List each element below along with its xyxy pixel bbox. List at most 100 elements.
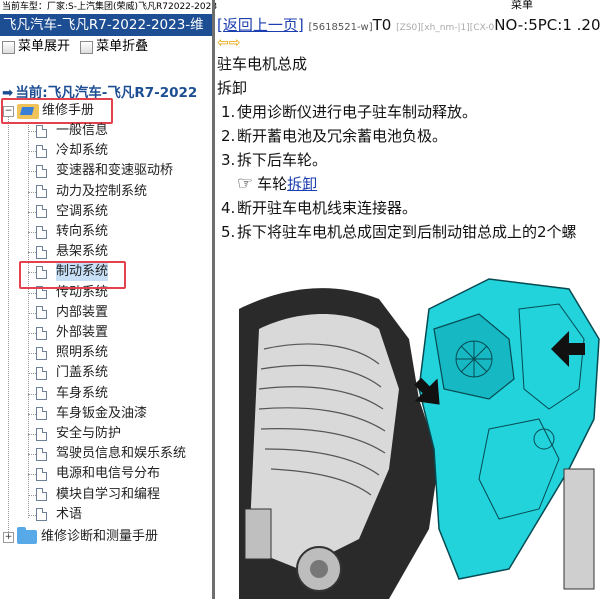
procedure-content: 驻车电机总成 拆卸 1. 使用诊断仪进行电子驻车制动释放。 2. 断开蓄电池及冗余蓄…	[215, 52, 601, 244]
expand-menu-button[interactable]: 菜单展开	[2, 36, 70, 58]
doc-nav-bar: [返回上一页] [5618521-w]T0 [ZS0][xh_nm-|1][CX…	[215, 14, 601, 36]
tree-guide-line	[28, 434, 36, 435]
tree-guide-line	[28, 211, 36, 213]
tree-guide-line	[28, 171, 36, 173]
expand-icon	[2, 40, 15, 54]
tree-guide-line	[28, 474, 36, 476]
tree-node-label: 一般信息	[56, 123, 109, 138]
step-item: 1. 使用诊断仪进行电子驻车制动释放。	[217, 100, 601, 124]
tree-node-item[interactable]: 车身钣金及油漆	[36, 405, 147, 423]
step-number: 3.	[221, 151, 236, 169]
tree-guide-line	[28, 151, 36, 153]
tree-node-label: 安全与防护	[56, 426, 122, 441]
step-text: 使用诊断仪进行电子驻车制动释放。	[237, 103, 478, 121]
document-icon	[36, 245, 47, 259]
tree-guide-line	[28, 232, 36, 233]
document-icon	[36, 306, 47, 320]
tree-guide-line	[28, 373, 36, 375]
back-link[interactable]: [返回上一页]	[217, 16, 304, 34]
tree-node-label: 内部装置	[56, 304, 109, 320]
tree-node-item[interactable]: 模块自学习和编程	[36, 486, 160, 504]
document-icon	[36, 508, 47, 522]
step-number: 2.	[221, 127, 236, 145]
tree-node-label: 外部装置	[56, 325, 109, 340]
document-icon	[36, 447, 47, 461]
tree-node-item[interactable]: 电源和电信号分布	[36, 465, 160, 483]
vehicle-model-label: 当前车型：厂家:S-上汽集团(荣威)飞凡R72022-2023	[2, 2, 218, 12]
procedure-steps: 1. 使用诊断仪进行电子驻车制动释放。 2. 断开蓄电池及冗余蓄电池负极。 3. 拆下…	[217, 100, 601, 244]
reference-link[interactable]: 拆卸	[287, 172, 317, 196]
step-text: 断开驻车电机线束连接器。	[237, 199, 418, 217]
tree-guide-line	[28, 413, 36, 415]
tree-node-item[interactable]: 悬架系统	[36, 243, 108, 261]
tree-guide-line	[28, 353, 36, 355]
page-nav-arrows: ⇦⇨	[215, 36, 601, 52]
step-item: 2. 断开蓄电池及冗余蓄电池负极。	[217, 124, 601, 148]
tree-node-label: 车身系统	[56, 385, 109, 401]
tree-node-label: 术语	[56, 506, 83, 522]
document-icon	[36, 205, 47, 219]
tree-node-diagnosis-manual[interactable]: + 维修诊断和测量手册	[3, 527, 158, 546]
tree-node-label: 变速器和变速驱动桥	[56, 163, 174, 179]
tree-node-item[interactable]: 冷却系统	[36, 142, 108, 160]
collapse-menu-label: 菜单折叠	[96, 39, 149, 54]
step-number: 1.	[221, 103, 236, 121]
doc-id: [5618521-w]	[308, 22, 373, 33]
next-arrow-icon[interactable]: ⇨	[229, 35, 241, 51]
content-panel: [返回上一页] [5618521-w]T0 [ZS0][xh_nm-|1][CX…	[215, 14, 601, 599]
manual-title-bar: 飞凡汽车-飞凡R7-2022-2023-维	[0, 14, 212, 36]
collapse-icon	[80, 40, 94, 54]
prev-arrow-icon[interactable]: ⇦	[217, 35, 229, 51]
tree-guide-line	[28, 454, 36, 456]
tree-node-item[interactable]: 外部装置	[36, 324, 108, 342]
expand-node-icon[interactable]: +	[3, 531, 14, 543]
tree-node-item[interactable]: 门盖系统	[36, 364, 108, 382]
menu-button[interactable]: 菜单	[511, 0, 533, 12]
tree-node-item[interactable]: 动力及控制系统	[36, 183, 147, 201]
tree-guide-line	[28, 131, 36, 132]
tree-guide-line	[28, 514, 36, 516]
step-item: 3. 拆下后车轮。	[217, 148, 601, 172]
tree-node-item[interactable]: 照明系统	[36, 344, 108, 362]
document-icon	[36, 144, 47, 158]
collapse-menu-button[interactable]: 菜单折叠	[80, 36, 148, 58]
step-number: 4.	[221, 199, 236, 217]
document-icon	[36, 488, 47, 502]
expand-menu-label: 菜单展开	[18, 39, 71, 54]
document-icon	[36, 346, 47, 360]
highlight-box	[1, 98, 113, 124]
tree-guide-line	[28, 122, 29, 518]
tree-node-label: 模块自学习和编程	[56, 486, 161, 502]
parking-motor-illustration	[239, 269, 601, 599]
tree-guide-line	[28, 312, 36, 314]
folder-icon	[17, 527, 37, 544]
tree-node-item[interactable]: 内部装置	[36, 304, 108, 322]
tree-node-item[interactable]: 一般信息	[36, 122, 108, 140]
tree-node-label: 门盖系统	[56, 365, 109, 381]
tree-node-label: 驾驶员信息和娱乐系统	[56, 446, 187, 462]
tree-node-item[interactable]: 变速器和变速驱动桥	[36, 162, 173, 180]
tree-node-label: 转向系统	[56, 224, 109, 239]
reference-text: 车轮	[257, 175, 288, 193]
left-nav-panel: 飞凡汽车-飞凡R7-2022-2023-维 菜单展开 菜单折叠 ➡ 当前:飞凡汽车…	[0, 14, 212, 599]
tree-node-label: 车身钣金及油漆	[56, 405, 148, 421]
tree-node-label: 悬架系统	[56, 244, 109, 260]
tree-node-item[interactable]: 安全与防护	[36, 425, 121, 443]
procedure-title: 驻车电机总成	[217, 55, 308, 73]
tree-node-label: 冷却系统	[56, 143, 109, 159]
tree-node-item[interactable]: 车身系统	[36, 385, 108, 403]
tree-node-label: 动力及控制系统	[56, 183, 148, 199]
document-icon	[36, 387, 47, 401]
tree-node-item[interactable]: 转向系统	[36, 223, 108, 241]
document-icon	[36, 467, 47, 481]
tree-node-item[interactable]: 驾驶员信息和娱乐系统	[36, 445, 186, 463]
tree-guide-line	[8, 116, 9, 538]
tree-guide-line	[28, 191, 36, 193]
step-text: 拆下后车轮。	[237, 151, 328, 169]
tree-node-label: 电源和电信号分布	[56, 466, 161, 482]
tree-node-label: 照明系统	[56, 345, 109, 361]
tree-node-item[interactable]: 术语	[36, 506, 82, 524]
document-icon	[36, 164, 47, 178]
step-number: 5.	[221, 223, 236, 241]
tree-node-item[interactable]: 空调系统	[36, 203, 108, 221]
